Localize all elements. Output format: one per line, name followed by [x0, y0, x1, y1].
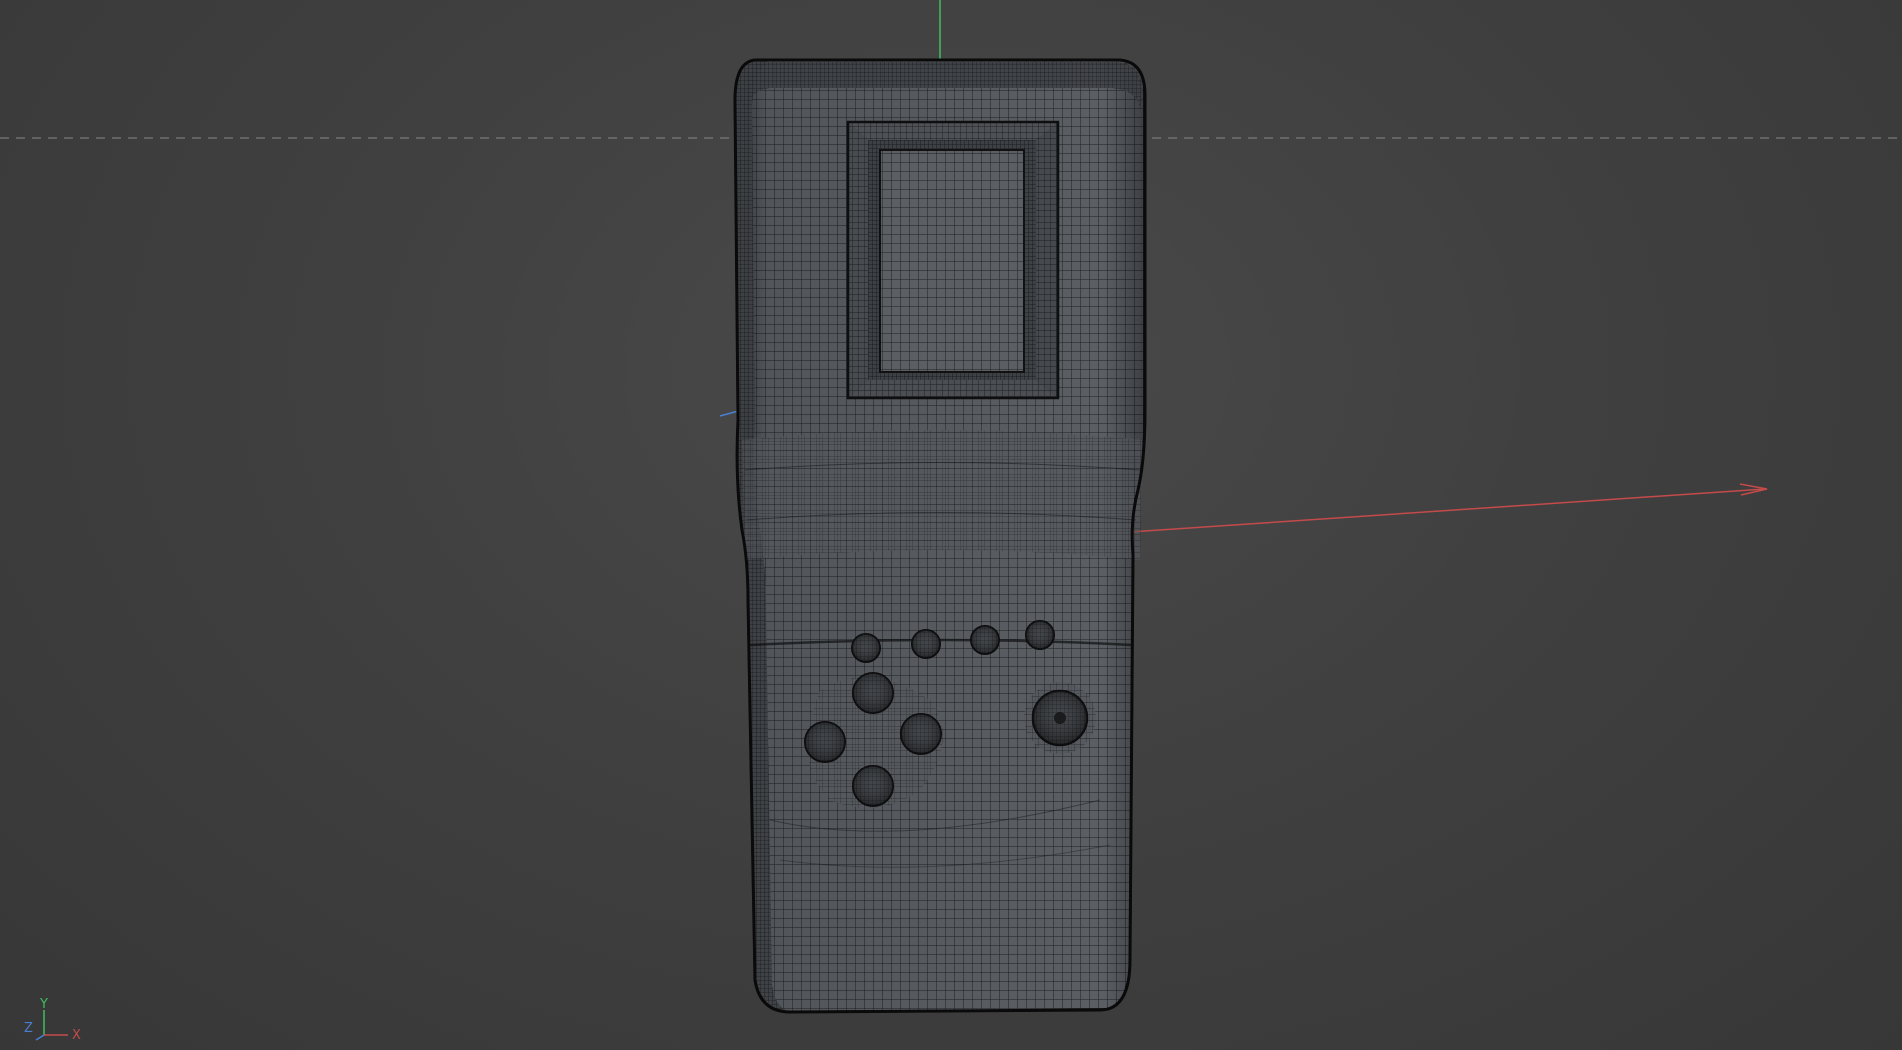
- x-axis-line: [1129, 483, 1768, 533]
- gizmo-z-axis: [35, 1034, 45, 1041]
- screen-panel[interactable]: [880, 150, 1024, 372]
- orientation-gizmo[interactable]: Y X Z: [24, 997, 81, 1043]
- grip-bulge: [742, 430, 1142, 560]
- gizmo-y-label: Y: [39, 997, 48, 1012]
- gizmo-z-label: Z: [24, 1021, 33, 1036]
- screen-bezel[interactable]: [846, 120, 1060, 400]
- gizmo-x-label: X: [72, 1028, 81, 1043]
- 3d-viewport[interactable]: Y X Z: [0, 0, 1902, 1050]
- viewport-scene[interactable]: Y X Z: [0, 0, 1902, 1050]
- console-model[interactable]: [733, 58, 1147, 1014]
- action-button[interactable]: [1024, 682, 1096, 754]
